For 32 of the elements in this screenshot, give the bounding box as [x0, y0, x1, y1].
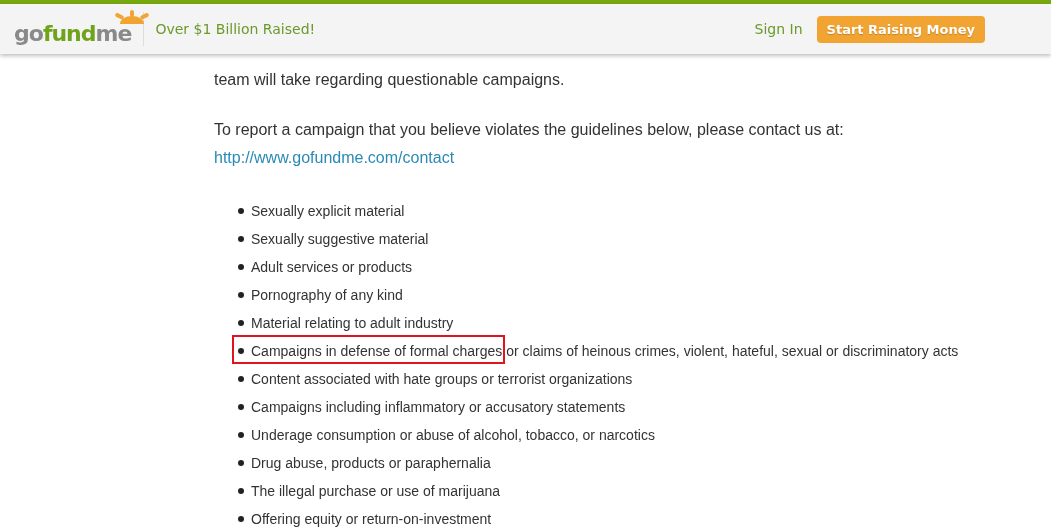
list-item: The illegal purchase or use of marijuana [251, 483, 501, 499]
sun-icon [112, 10, 152, 24]
list-item: Pornography of any kind [251, 287, 403, 303]
sign-in-link[interactable]: Sign In [754, 21, 803, 37]
list-item: Adult services or products [251, 259, 413, 275]
bullet-icon [238, 516, 244, 522]
bullet-icon [238, 348, 244, 354]
contact-link[interactable]: http://www.gofundme.com/contact [214, 149, 455, 166]
tagline: Over $1 Billion Raised! [155, 21, 316, 37]
list-item: Underage consumption or abuse of alcohol, tobacco, or narcotics [251, 427, 655, 443]
list-item: Drug abuse, products or paraphernalia [251, 455, 491, 471]
list-item: Sexually suggestive material [251, 231, 429, 247]
bullet-icon [238, 376, 244, 382]
bullet-icon [238, 208, 244, 214]
bullet-icon [238, 488, 244, 494]
list-item: Material relating to adult industry [251, 315, 454, 331]
list-item: Offering equity or return-on-investment [251, 511, 492, 527]
list-item: Campaigns including inflammatory or accusatory statements [251, 399, 626, 415]
bullet-icon [238, 236, 244, 242]
bullet-icon [238, 460, 244, 466]
bullet-icon [238, 320, 244, 326]
list-item: Content associated with hate groups or terrorist organizations [251, 371, 633, 387]
bullet-icon [238, 404, 244, 410]
bullet-icon [238, 264, 244, 270]
list-item: Sexually explicit material [251, 203, 405, 219]
body-text: team will take regarding questionable campaigns. [214, 70, 565, 90]
body-text: To report a campaign that you believe violates the guidelines below, please contact us at: [214, 120, 844, 140]
bullet-icon [238, 432, 244, 438]
list-item: Campaigns in defense of formal charges or claims of heinous crimes, violent, hateful, sexual or discriminatory acts [251, 343, 959, 359]
bullet-icon [238, 292, 244, 298]
logo[interactable]: gofundme [14, 23, 132, 45]
start-raising-money-button[interactable]: Start Raising Money [816, 15, 985, 43]
